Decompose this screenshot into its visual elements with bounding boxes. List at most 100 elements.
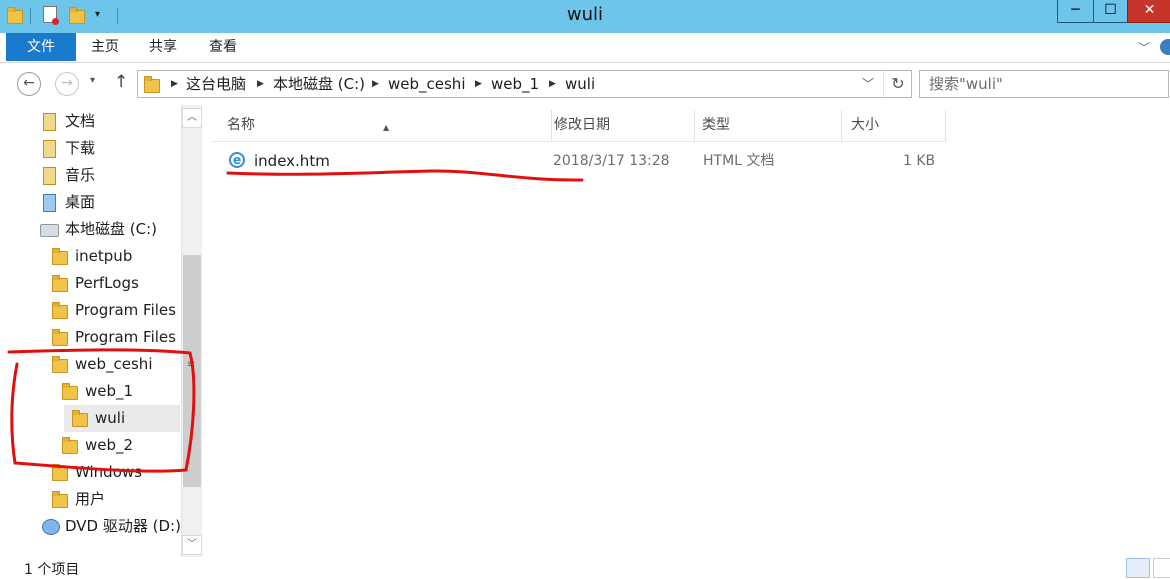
sort-ascending-icon: ▲ bbox=[383, 123, 390, 132]
breadcrumb-separator-icon[interactable]: ▶ bbox=[372, 71, 379, 97]
details-view-icon[interactable] bbox=[1126, 558, 1150, 578]
column-header-label: 修改日期 bbox=[554, 117, 610, 133]
help-icon[interactable] bbox=[1160, 39, 1170, 55]
folder-icon bbox=[144, 76, 160, 93]
tree-item-web-ceshi[interactable]: web_ceshi bbox=[52, 351, 180, 378]
tree-item-program-files[interactable]: Program Files bbox=[52, 297, 180, 324]
expand-ribbon-icon[interactable]: ﹀ bbox=[1138, 39, 1154, 55]
tree-item-label: PerfLogs bbox=[75, 274, 139, 292]
tab-view[interactable]: 查看 bbox=[200, 33, 246, 61]
tree-item-music[interactable]: 音乐 bbox=[40, 162, 180, 189]
tree-item-label: 桌面 bbox=[65, 193, 96, 211]
breadcrumb-wuli[interactable]: wuli bbox=[565, 71, 595, 97]
folder-icon bbox=[52, 356, 68, 373]
tree-item-wuli[interactable]: wuli bbox=[64, 405, 180, 432]
column-header-date[interactable]: 修改日期 bbox=[552, 110, 695, 141]
column-header-size[interactable]: 大小 bbox=[842, 110, 946, 141]
scroll-down-icon[interactable]: ﹀ bbox=[182, 535, 202, 555]
folder-icon bbox=[62, 383, 78, 400]
ie-html-icon bbox=[229, 147, 245, 173]
file-list: 名称 ▲ 修改日期 类型 大小 index.htm 2018/3/17 13:2… bbox=[205, 105, 1170, 557]
tree-item-inetpub[interactable]: inetpub bbox=[52, 243, 180, 270]
file-size: 1 KB bbox=[903, 153, 936, 169]
downloads-icon bbox=[43, 140, 56, 158]
folder-icon bbox=[52, 491, 68, 508]
large-icons-view-icon[interactable] bbox=[1153, 558, 1170, 578]
search-input[interactable]: 搜索"wuli" bbox=[919, 70, 1169, 98]
file-modified-date: 2018/3/17 13:28 bbox=[553, 153, 670, 169]
search-placeholder: 搜索"wuli" bbox=[929, 75, 1003, 93]
status-bar: 1 个项目 bbox=[0, 557, 1170, 578]
tree-item-dvd-drive[interactable]: DVD 驱动器 (D:) I bbox=[40, 513, 180, 540]
folder-icon bbox=[52, 464, 68, 481]
scroll-up-icon[interactable]: ︿ bbox=[182, 108, 202, 128]
up-arrow-icon[interactable]: ↑ bbox=[114, 72, 128, 92]
local-disk-icon bbox=[40, 224, 59, 237]
tree-item-label: wuli bbox=[95, 409, 126, 427]
column-header-name[interactable]: 名称 ▲ bbox=[211, 110, 552, 141]
folder-icon bbox=[52, 248, 68, 265]
breadcrumb-separator-icon[interactable]: ▶ bbox=[257, 71, 264, 97]
documents-library-icon bbox=[43, 113, 56, 131]
breadcrumb-web-1[interactable]: web_1 bbox=[491, 71, 539, 97]
tree-item-label: web_2 bbox=[85, 436, 134, 454]
window-title: wuli bbox=[566, 4, 604, 25]
maximize-button[interactable]: ☐ bbox=[1093, 0, 1128, 23]
tree-item-web-1[interactable]: web_1 bbox=[62, 378, 180, 405]
breadcrumb-separator-icon[interactable]: ▶ bbox=[549, 71, 556, 97]
breadcrumb-local-disk[interactable]: 本地磁盘 (C:) bbox=[273, 71, 365, 97]
tree-item-web-2[interactable]: web_2 bbox=[62, 432, 180, 459]
title-bar: ▾ wuli ─ ☐ ✕ bbox=[0, 0, 1170, 33]
breadcrumb-separator-icon[interactable]: ▶ bbox=[171, 71, 178, 97]
nav-pane-scrollbar[interactable]: ︿ ≡ ﹀ bbox=[181, 105, 202, 557]
tree-item-label: Program Files bbox=[75, 301, 176, 319]
tree-item-program-files-x86[interactable]: Program Files ( bbox=[52, 324, 180, 351]
tree-item-local-disk[interactable]: 本地磁盘 (C:) bbox=[40, 216, 180, 243]
breadcrumb-separator-icon[interactable]: ▶ bbox=[475, 71, 482, 97]
address-bar[interactable]: ▶ 这台电脑 ▶ 本地磁盘 (C:) ▶ web_ceshi ▶ web_1 ▶… bbox=[137, 70, 912, 98]
tree-item-label: 音乐 bbox=[65, 166, 96, 184]
tree-item-label: 用户 bbox=[75, 490, 106, 508]
tree-item-label: Windows bbox=[75, 463, 142, 481]
file-row[interactable]: index.htm 2018/3/17 13:28 HTML 文档 1 KB bbox=[211, 147, 946, 174]
folder-icon bbox=[52, 275, 68, 292]
breadcrumb-this-pc[interactable]: 这台电脑 bbox=[186, 71, 246, 97]
tree-item-label: 下载 bbox=[65, 139, 96, 157]
close-button[interactable]: ✕ bbox=[1127, 0, 1170, 23]
tree-item-users[interactable]: 用户 bbox=[52, 486, 180, 513]
column-header-label: 类型 bbox=[702, 117, 730, 133]
column-header-type[interactable]: 类型 bbox=[695, 110, 842, 141]
tree-item-perflogs[interactable]: PerfLogs bbox=[52, 270, 180, 297]
scrollbar-grip-icon: ≡ bbox=[187, 359, 196, 370]
tree-item-label: 本地磁盘 (C:) bbox=[65, 220, 157, 238]
tree-item-windows[interactable]: Windows bbox=[52, 459, 180, 486]
back-arrow-icon[interactable]: ← bbox=[17, 72, 41, 96]
column-header-label: 名称 bbox=[227, 117, 255, 133]
navigation-bar: ← → ▾ ↑ ▶ 这台电脑 ▶ 本地磁盘 (C:) ▶ web_ceshi ▶… bbox=[0, 63, 1170, 103]
folder-icon bbox=[52, 302, 68, 319]
tree-item-documents[interactable]: 文档 bbox=[40, 108, 180, 135]
navigation-pane: 文档 下载 音乐 桌面 本地磁盘 (C:) inetpub PerfLogs P… bbox=[0, 105, 204, 557]
scrollbar-thumb[interactable] bbox=[183, 255, 201, 487]
tab-home[interactable]: 主页 bbox=[82, 33, 128, 61]
recent-locations-dropdown-icon[interactable]: ▾ bbox=[90, 75, 95, 86]
refresh-icon[interactable]: ↻ bbox=[883, 71, 912, 97]
file-name: index.htm bbox=[254, 152, 330, 170]
item-count: 1 个项目 bbox=[24, 562, 80, 578]
address-dropdown-icon[interactable]: ﹀ bbox=[862, 71, 874, 97]
tree-item-downloads[interactable]: 下载 bbox=[40, 135, 180, 162]
tab-share[interactable]: 共享 bbox=[140, 33, 186, 61]
tree-item-label: web_ceshi bbox=[75, 355, 153, 373]
folder-icon bbox=[52, 329, 68, 346]
breadcrumb-web-ceshi[interactable]: web_ceshi bbox=[388, 71, 465, 97]
tree-item-label: DVD 驱动器 (D:) I bbox=[65, 517, 180, 535]
ribbon-tabs: 文件 主页 共享 查看 ﹀ bbox=[0, 33, 1170, 63]
tree-item-label: inetpub bbox=[75, 247, 133, 265]
tab-file[interactable]: 文件 bbox=[6, 33, 76, 61]
forward-arrow-icon[interactable]: → bbox=[55, 72, 79, 96]
tree-item-desktop[interactable]: 桌面 bbox=[40, 189, 180, 216]
file-type: HTML 文档 bbox=[703, 153, 775, 169]
minimize-button[interactable]: ─ bbox=[1057, 0, 1094, 23]
music-library-icon bbox=[43, 167, 56, 185]
column-header-label: 大小 bbox=[851, 117, 879, 133]
